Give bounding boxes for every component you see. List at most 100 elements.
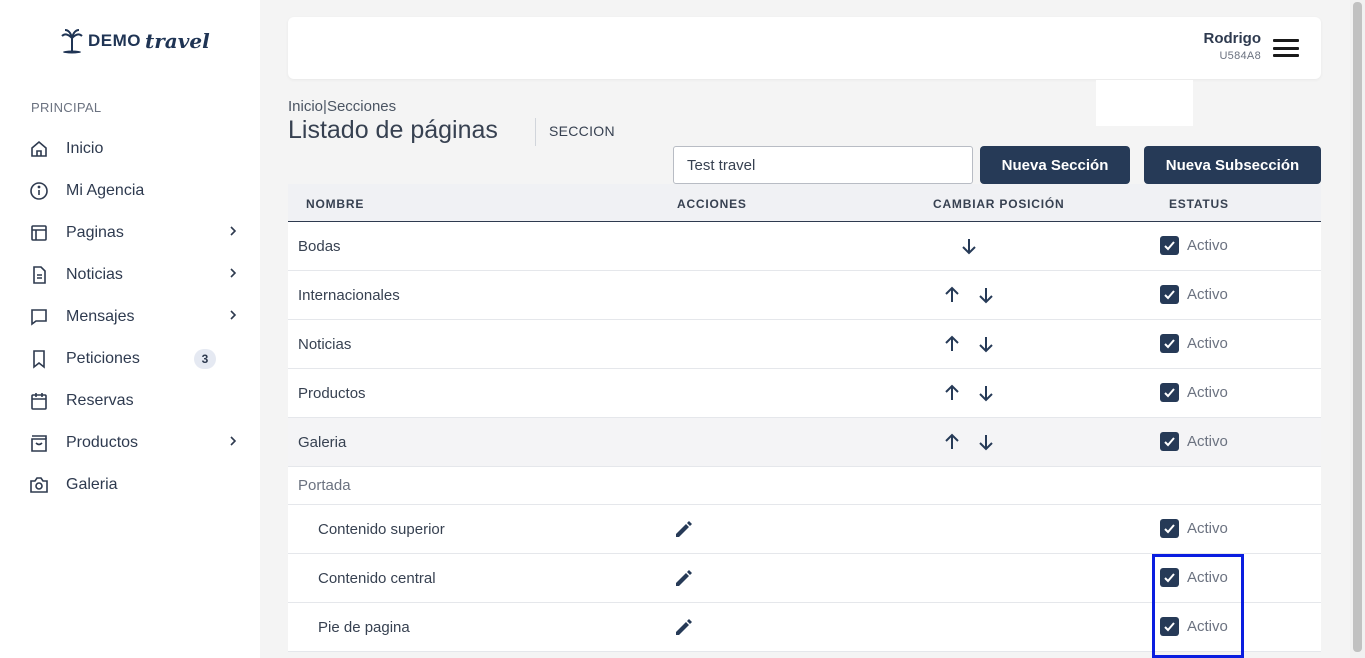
status-checkbox[interactable]: [1160, 617, 1179, 636]
table-row: Internacionales Activo: [288, 271, 1321, 320]
status-checkbox[interactable]: [1160, 334, 1179, 353]
sidebar-item-label: Noticias: [66, 266, 123, 283]
peticiones-count-badge: 3: [194, 349, 216, 369]
sidebar-section-label: PRINCIPAL: [31, 100, 102, 115]
table-group-row: Portada: [288, 467, 1321, 505]
status-cell: Activo: [1160, 383, 1228, 402]
status-cell: Activo: [1160, 334, 1228, 353]
brand-demo: DEMO: [88, 31, 141, 50]
status-cell: Activo: [1160, 568, 1228, 587]
arrow-up-icon[interactable]: [942, 383, 962, 403]
sidebar-item-reservas[interactable]: Reservas: [28, 380, 248, 422]
arrow-down-icon[interactable]: [976, 285, 996, 305]
status-checkbox[interactable]: [1160, 383, 1179, 402]
row-name: Bodas: [298, 238, 341, 255]
column-header-position: CAMBIAR POSICIÓN: [933, 197, 1065, 211]
arrow-down-icon[interactable]: [959, 236, 979, 256]
arrow-up-icon[interactable]: [942, 334, 962, 354]
status-cell: Activo: [1160, 432, 1228, 451]
scrollbar-thumb[interactable]: [1353, 2, 1362, 652]
column-header-status: ESTATUS: [1169, 197, 1229, 211]
chevron-right-icon: [228, 266, 238, 285]
arrow-up-icon[interactable]: [942, 432, 962, 452]
sidebar-item-mi-agencia[interactable]: Mi Agencia: [28, 170, 248, 212]
status-label: Activo: [1187, 569, 1228, 586]
brand-travel: travel: [145, 29, 210, 53]
section-search-input[interactable]: [673, 146, 973, 184]
new-subsection-button[interactable]: Nueva Subsección: [1144, 146, 1321, 184]
sidebar-item-inicio[interactable]: Inicio: [28, 128, 248, 170]
layout-icon: [28, 222, 50, 244]
page-subtitle: SECCION: [549, 123, 615, 139]
column-header-name: NOMBRE: [306, 197, 365, 211]
user-info[interactable]: Rodrigo U584A8: [1204, 30, 1262, 62]
table-header: NOMBRE ACCIONES CAMBIAR POSICIÓN ESTATUS: [288, 184, 1321, 222]
page-title: Listado de páginas: [288, 116, 498, 144]
status-label: Activo: [1187, 618, 1228, 635]
hamburger-menu-icon[interactable]: [1273, 39, 1299, 57]
user-name: Rodrigo: [1203, 30, 1262, 47]
sidebar-item-mensajes[interactable]: Mensajes: [28, 296, 248, 338]
sidebar-item-paginas[interactable]: Paginas: [28, 212, 248, 254]
column-header-actions: ACCIONES: [677, 197, 747, 211]
status-checkbox[interactable]: [1160, 519, 1179, 538]
edit-pencil-icon[interactable]: [673, 567, 695, 589]
row-name: Galeria: [298, 434, 347, 451]
row-name: Contenido superior: [318, 521, 445, 538]
chevron-right-icon: [228, 224, 238, 243]
sidebar-item-label: Paginas: [66, 224, 124, 241]
top-header: Rodrigo U584A8: [288, 17, 1321, 79]
sidebar-item-productos[interactable]: Productos: [28, 422, 248, 464]
arrow-up-icon[interactable]: [942, 285, 962, 305]
new-section-button[interactable]: Nueva Sección: [980, 146, 1130, 184]
table-row: Pie de pagina Activo: [288, 603, 1321, 652]
table-row: Contenido superior Activo: [288, 505, 1321, 554]
edit-pencil-icon[interactable]: [673, 616, 695, 638]
home-icon: [28, 138, 50, 160]
status-checkbox[interactable]: [1160, 568, 1179, 587]
table-row: Bodas Activo: [288, 222, 1321, 271]
status-label: Activo: [1187, 237, 1228, 254]
row-name: Contenido central: [318, 570, 436, 587]
scrollbar[interactable]: [1350, 0, 1365, 658]
chevron-right-icon: [228, 308, 238, 327]
row-name: Productos: [298, 385, 366, 402]
arrow-down-icon[interactable]: [976, 383, 996, 403]
sidebar-item-peticiones[interactable]: Peticiones 3: [28, 338, 248, 380]
table-row: Productos Activo: [288, 369, 1321, 418]
status-checkbox[interactable]: [1160, 432, 1179, 451]
sidebar-nav: Inicio Mi Agencia Paginas Noticias Mensa…: [28, 128, 248, 506]
breadcrumb-current: Secciones: [326, 98, 397, 115]
position-controls: [942, 285, 996, 305]
sidebar-item-label: Reservas: [66, 392, 134, 409]
bookmark-icon: [28, 348, 50, 370]
sidebar-item-noticias[interactable]: Noticias: [28, 254, 248, 296]
status-cell: Activo: [1160, 236, 1228, 255]
sidebar-item-galeria[interactable]: Galeria: [28, 464, 248, 506]
status-checkbox[interactable]: [1160, 236, 1179, 255]
row-name: Noticias: [298, 336, 352, 353]
camera-icon: [28, 474, 50, 496]
sidebar: DEMO travel PRINCIPAL Inicio Mi Agencia …: [0, 0, 260, 658]
group-name: Portada: [298, 477, 351, 494]
sidebar-item-label: Inicio: [66, 140, 104, 157]
status-label: Activo: [1187, 335, 1228, 352]
sidebar-item-label: Productos: [66, 434, 139, 451]
arrow-down-icon[interactable]: [976, 334, 996, 354]
status-label: Activo: [1187, 433, 1228, 450]
breadcrumb-home[interactable]: Inicio: [288, 98, 323, 115]
edit-pencil-icon[interactable]: [673, 518, 695, 540]
position-controls: [959, 236, 979, 256]
brand-logo[interactable]: DEMO travel: [60, 28, 210, 54]
status-checkbox[interactable]: [1160, 285, 1179, 304]
sidebar-item-label: Peticiones: [66, 350, 140, 367]
table-row: Contenido central Activo: [288, 554, 1321, 603]
title-divider: [535, 118, 536, 146]
arrow-down-icon[interactable]: [976, 432, 996, 452]
sidebar-item-label: Galeria: [66, 476, 118, 493]
breadcrumb: Inicio|Secciones: [288, 98, 396, 115]
user-code: U584A8: [1219, 50, 1261, 62]
sidebar-item-label: Mensajes: [66, 308, 135, 325]
message-icon: [28, 306, 50, 328]
chevron-right-icon: [228, 434, 238, 453]
